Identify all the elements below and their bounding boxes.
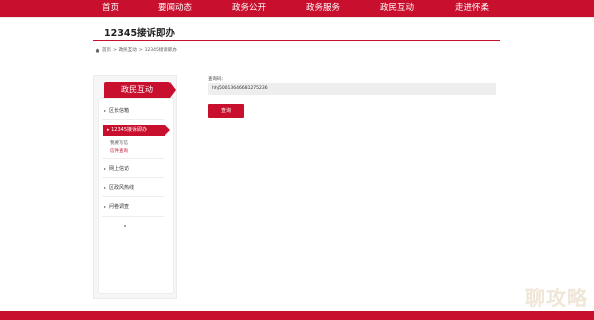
sidebar-item-label: 区长信箱 [109,108,130,114]
sidebar: 政民互动 ▸ 区长信箱 ▸ 12345接诉即办 我要写信 信件查询 ▸ 网上信访… [93,75,177,299]
sidebar-item-survey[interactable]: ▸ 问卷调查 [104,203,129,210]
chevron-right-icon: ▸ [104,185,107,190]
dot-icon [124,225,126,227]
sidebar-divider [102,196,164,197]
breadcrumb-home[interactable]: 首页 [102,47,111,53]
nav-divider [0,17,594,18]
sidebar-item-label: 区政风热线 [109,185,135,191]
chevron-right-icon: ▸ [104,166,107,171]
sidebar-item-mayor-mailbox[interactable]: ▸ 区长信箱 [104,107,129,114]
nav-item-about[interactable]: 走进怀柔 [455,0,489,17]
query-code-label: 查询码： [208,77,226,82]
breadcrumb: 首页 > 政民互动 > 12345接诉即办 [95,47,177,53]
sidebar-subitem-query[interactable]: 信件查询 [110,148,128,154]
sidebar-divider [102,216,164,217]
sidebar-item-hotline[interactable]: ▸ 区政风热线 [104,184,134,191]
sidebar-item-label: 12345接诉即办 [111,127,148,133]
nav-item-interaction[interactable]: 政民互动 [380,0,414,17]
breadcrumb-sep: > [138,47,143,53]
sidebar-header: 政民互动 [104,82,176,98]
breadcrumb-level2[interactable]: 12345接诉即办 [145,47,177,53]
watermark: 聊攻略 [525,286,588,310]
sidebar-subitem-write[interactable]: 我要写信 [110,140,128,146]
sidebar-divider [102,119,164,120]
sidebar-item-label: 问卷调查 [109,204,130,210]
nav-item-home[interactable]: 首页 [102,0,119,17]
top-nav: 首页 要闻动态 政务公开 政务服务 政民互动 走进怀柔 [0,0,594,17]
chevron-right-icon: ▸ [104,204,107,209]
sidebar-divider [102,177,164,178]
home-icon [95,48,100,52]
query-code-input[interactable]: hhj50013646681275236 [208,83,496,95]
sidebar-item-12345[interactable]: ▸ 12345接诉即办 [103,125,170,136]
query-button[interactable]: 查询 [208,104,244,118]
page-title: 12345接诉即办 [104,28,176,39]
sidebar-divider [102,158,164,159]
chevron-right-icon: ▸ [104,108,107,113]
nav-item-services[interactable]: 政务服务 [306,0,340,17]
nav-item-public[interactable]: 政务公开 [232,0,266,17]
sidebar-item-online-petition[interactable]: ▸ 网上信访 [104,165,129,172]
breadcrumb-level1[interactable]: 政民互动 [119,47,137,53]
breadcrumb-sep: > [113,47,117,53]
nav-item-news[interactable]: 要闻动态 [158,0,192,17]
footer-bar [0,311,594,320]
sidebar-item-label: 网上信访 [109,166,130,172]
title-rule [93,40,500,41]
